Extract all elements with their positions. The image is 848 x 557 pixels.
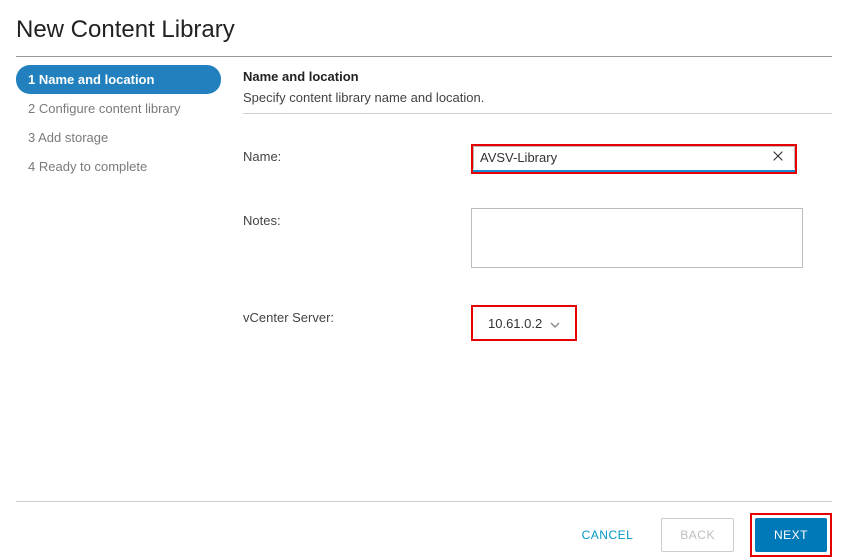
step-2-configure[interactable]: 2 Configure content library	[16, 94, 221, 123]
step-4-ready[interactable]: 4 Ready to complete	[16, 152, 221, 181]
name-label: Name:	[243, 144, 471, 164]
vcenter-label: vCenter Server:	[243, 305, 471, 325]
notes-textarea[interactable]	[471, 208, 803, 268]
clear-icon[interactable]	[771, 149, 787, 165]
next-button[interactable]: NEXT	[755, 518, 827, 552]
vcenter-server-dropdown[interactable]: 10.61.0.2	[479, 311, 569, 335]
step-label: Add storage	[38, 130, 108, 145]
wizard-content: Name and location Specify content librar…	[221, 65, 832, 495]
chevron-down-icon	[550, 318, 560, 328]
divider-top	[16, 56, 832, 57]
step-label: Ready to complete	[39, 159, 147, 174]
step-number: 2	[28, 101, 35, 116]
step-3-add-storage[interactable]: 3 Add storage	[16, 123, 221, 152]
step-number: 1	[28, 72, 35, 87]
step-label: Name and location	[39, 72, 155, 87]
step-label: Configure content library	[39, 101, 181, 116]
wizard-steps-sidebar: 1 Name and location 2 Configure content …	[16, 65, 221, 495]
section-title: Name and location	[243, 69, 832, 84]
step-1-name-location[interactable]: 1 Name and location	[16, 65, 221, 94]
section-description: Specify content library name and locatio…	[243, 90, 832, 105]
cancel-button[interactable]: CANCEL	[570, 520, 646, 550]
step-number: 3	[28, 130, 35, 145]
wizard-title: New Content Library	[16, 16, 832, 44]
step-number: 4	[28, 159, 35, 174]
wizard-footer: CANCEL BACK NEXT	[16, 502, 832, 557]
name-input[interactable]	[473, 146, 795, 170]
back-button: BACK	[661, 518, 734, 552]
divider-section	[243, 113, 832, 114]
input-focus-underline	[473, 170, 795, 172]
vcenter-selected-value: 10.61.0.2	[488, 316, 542, 331]
notes-label: Notes:	[243, 208, 471, 228]
